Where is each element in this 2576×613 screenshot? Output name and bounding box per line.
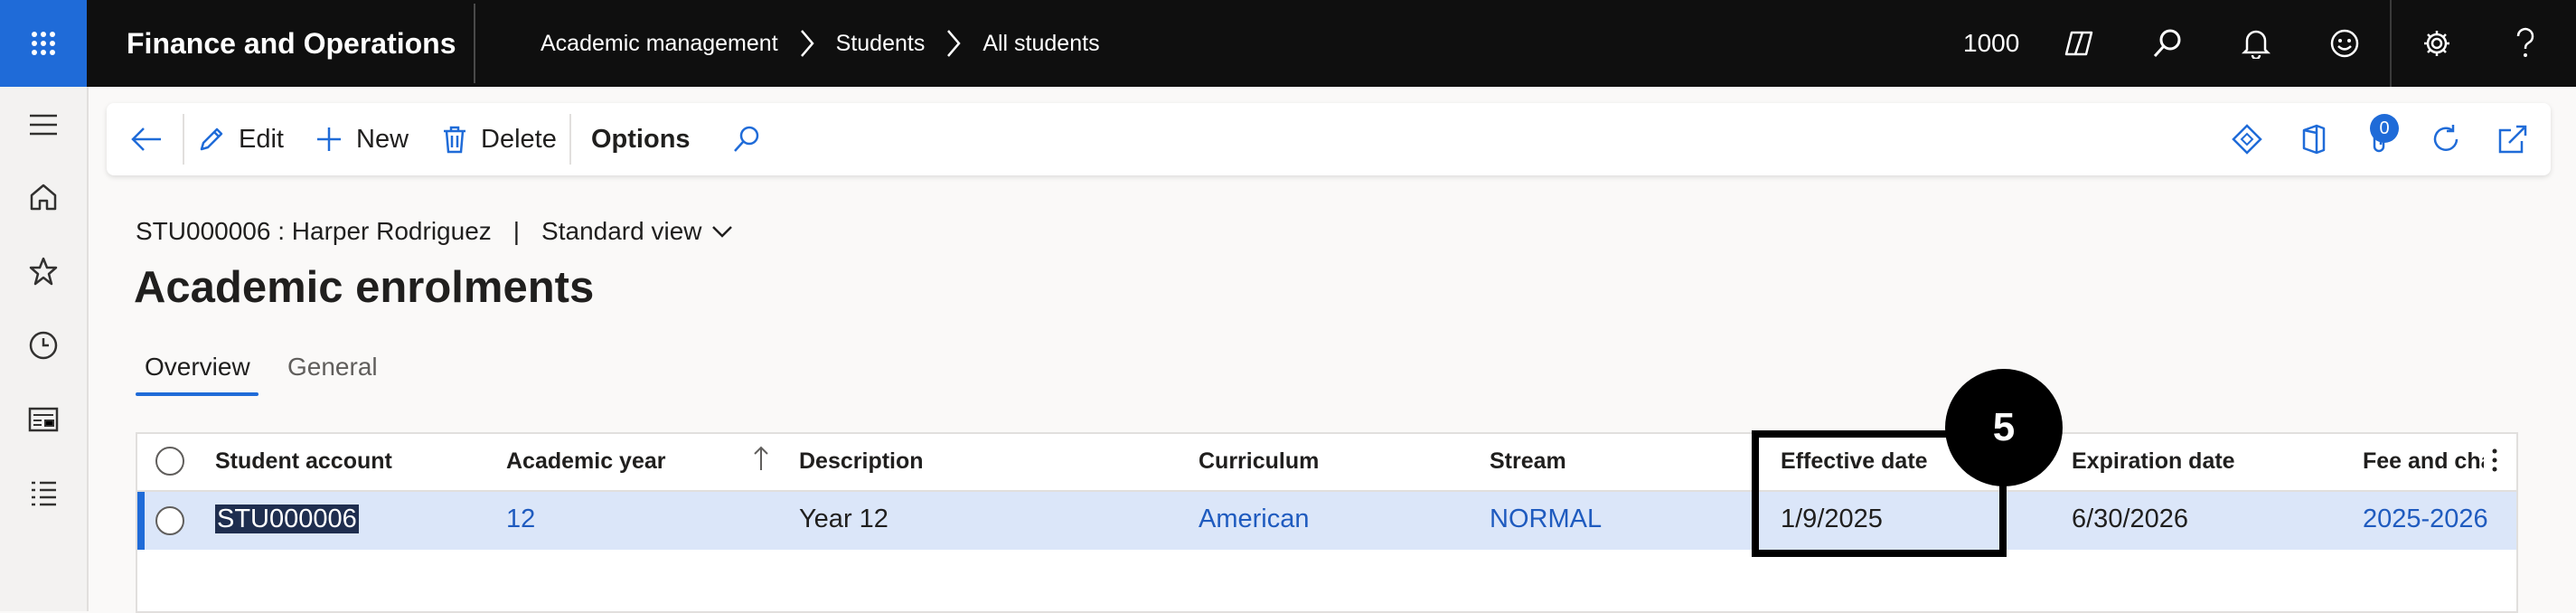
workspace-icon[interactable] (25, 401, 61, 438)
breadcrumb-item-students[interactable]: Students (836, 31, 926, 57)
more-options-icon[interactable] (2491, 447, 2498, 474)
page-title: Academic enrolments (134, 263, 595, 312)
view-selector[interactable]: Standard view (541, 217, 734, 246)
cell-curriculum[interactable]: American (1199, 505, 1310, 534)
caption-separator: | (512, 217, 521, 245)
cell-expiration-date[interactable]: 6/30/2026 (2072, 505, 2188, 534)
cell-fee-and-charges[interactable]: 2025-2026 (2363, 505, 2488, 534)
pencil-icon (200, 127, 223, 151)
action-divider (183, 114, 184, 165)
search-icon[interactable] (2149, 25, 2186, 61)
column-header-expiration-date[interactable]: Expiration date (2072, 448, 2235, 475)
breadcrumb: Academic management Students All student… (541, 0, 1100, 87)
copilot-icon[interactable] (2061, 25, 2097, 61)
select-all-checkbox[interactable] (155, 447, 184, 476)
action-divider (569, 114, 571, 165)
new-label: New (356, 124, 409, 154)
chevron-right-icon (945, 29, 963, 58)
column-header-student-account[interactable]: Student account (215, 448, 392, 475)
app-launcher-button[interactable] (0, 0, 87, 87)
topbar-divider (2390, 0, 2392, 87)
power-apps-icon[interactable] (2229, 121, 2265, 157)
options-tab[interactable]: Options (591, 103, 691, 175)
cell-description[interactable]: Year 12 (799, 505, 888, 534)
view-name: Standard view (541, 217, 702, 245)
column-header-academic-year[interactable]: Academic year (506, 448, 666, 475)
clock-icon[interactable] (25, 327, 61, 363)
cell-stream[interactable]: NORMAL (1490, 505, 1602, 534)
record-id-name: STU000006 : Harper Rodriguez (136, 217, 492, 245)
chevron-down-icon (712, 226, 733, 238)
breadcrumb-item-all-students[interactable]: All students (982, 31, 1099, 57)
plus-icon (317, 127, 341, 151)
modules-list-icon[interactable] (25, 476, 61, 512)
office-icon[interactable] (2296, 121, 2332, 157)
bell-icon[interactable] (2238, 25, 2274, 61)
tab-overview[interactable]: Overview (145, 353, 250, 382)
gear-icon[interactable] (2419, 25, 2455, 61)
active-tab-indicator (136, 392, 259, 396)
action-pane: Edit New Delete Options (107, 103, 2551, 175)
column-header-fee-and-charges[interactable]: Fee and char (2363, 448, 2484, 475)
column-header-curriculum[interactable]: Curriculum (1199, 448, 1319, 475)
trash-icon (444, 126, 465, 154)
back-arrow-icon[interactable] (128, 121, 165, 157)
attachments-count-badge: 0 (2370, 114, 2399, 143)
tab-general[interactable]: General (287, 353, 378, 382)
company-picker[interactable]: 1000 (1963, 0, 2019, 87)
record-caption: STU000006 : Harper Rodriguez | Standard … (136, 217, 734, 246)
student-account-value: STU000006 (215, 505, 359, 533)
chevron-right-icon (798, 29, 816, 58)
waffle-icon (32, 32, 55, 55)
cell-academic-year[interactable]: 12 (506, 505, 535, 534)
smiley-icon[interactable] (2327, 25, 2363, 61)
home-icon[interactable] (25, 179, 61, 215)
row-select-radio[interactable] (155, 506, 184, 535)
title-divider (474, 4, 475, 83)
delete-button[interactable]: Delete (441, 103, 557, 175)
cell-student-account[interactable]: STU000006 (215, 505, 359, 534)
top-bar: Finance and Operations Academic manageme… (0, 0, 2576, 87)
open-new-window-icon[interactable] (2495, 121, 2531, 157)
search-icon[interactable] (729, 121, 765, 157)
enrolments-grid: Student account Academic year Descriptio… (136, 432, 2518, 613)
refresh-icon[interactable] (2428, 121, 2464, 157)
sort-ascending-icon[interactable] (752, 445, 770, 472)
column-header-stream[interactable]: Stream (1490, 448, 1566, 475)
navigation-rail (0, 87, 89, 611)
new-button[interactable]: New (315, 103, 409, 175)
breadcrumb-item-academic-management[interactable]: Academic management (541, 31, 778, 57)
column-header-description[interactable]: Description (799, 448, 924, 475)
delete-label: Delete (481, 124, 557, 154)
edit-label: Edit (239, 124, 284, 154)
hamburger-icon[interactable] (25, 107, 61, 143)
table-row[interactable]: STU000006 12 Year 12 American NORMAL 1/9… (137, 492, 2516, 550)
app-title[interactable]: Finance and Operations (127, 0, 456, 87)
annotation-step-badge: 5 (1945, 369, 2063, 486)
star-icon[interactable] (25, 253, 61, 289)
help-icon[interactable] (2507, 25, 2543, 61)
edit-button[interactable]: Edit (197, 103, 284, 175)
